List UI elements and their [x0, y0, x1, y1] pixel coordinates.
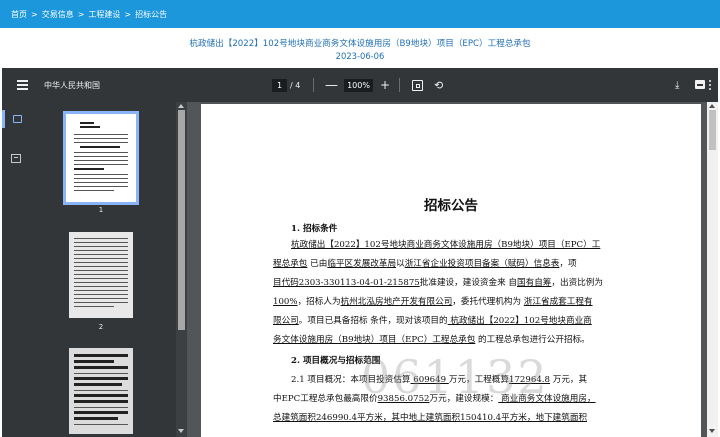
zoom-out-button[interactable]: —	[325, 68, 338, 102]
zoom-in-button[interactable]: +	[380, 68, 390, 102]
underlined-text: 杭政储出【2022】102号地块商业商	[447, 316, 592, 326]
text-span: 的工程总承包进行公开招标。	[475, 335, 590, 345]
body-line: 目代码2303-330113-04-01-215875批准建设，建设资金来 自国…	[273, 274, 639, 293]
body-line: 总建筑面积246990.4平方米，其中地上建筑面积150410.4平方米，地下建…	[273, 409, 639, 428]
body-line: 限公司。项目已具备招标 条件，现对该项目的 杭政储出【2022】102号地块商业…	[273, 312, 639, 331]
body-line: 100%，招标人为杭州北泓房地产开发有限公司，委托代理机构为 浙江省成套工程有	[273, 293, 639, 312]
scroll-down-arrow[interactable]	[709, 429, 715, 433]
breadcrumb-current: 招标公告	[135, 9, 168, 19]
underlined-text: 浙江省成套工程有	[523, 297, 593, 307]
document-title: 中华人民共和国	[44, 80, 100, 90]
underlined-text: 国有自筹	[517, 278, 552, 288]
body-line: 务文体设施用房（B9地块）项目（EPC）工程总承包 的工程总承包进行公开招标。	[273, 331, 639, 350]
underlined-text: 杭州北泓房地产开发有限公司	[340, 297, 453, 307]
thumbnails-icon[interactable]	[2, 110, 30, 128]
outline-icon[interactable]	[11, 154, 21, 163]
underlined-text: 临平区发展改革局	[327, 259, 397, 269]
text-span: ，委托代理机构为	[452, 297, 524, 307]
underlined-text: 浙江省企业投资项目备案（赋码）信息表	[404, 259, 560, 269]
breadcrumb-trading-info[interactable]: 交易信息	[42, 9, 74, 20]
underlined-text: 杭政储出【2022】102号地块商业商务文体设施用房（B9地块）项目（EPC）工	[291, 240, 601, 250]
breadcrumb: 首页 > 交易信息 > 工程建设 > 招标公告	[0, 0, 720, 28]
document-scroll-thumb[interactable]	[709, 110, 716, 150]
pdf-toolbar: 中华人民共和国 1 / 4 — 100% + ⟲ ⤓	[2, 68, 718, 102]
text-span: 以	[396, 259, 405, 269]
sidebar-scroll-thumb[interactable]	[178, 110, 185, 330]
text-span: 批准建设，建设资金来 自	[419, 278, 518, 288]
pdf-page: 招标公告 1. 招标条件 杭政储出【2022】102号地块商业商务文体设施用房（…	[201, 104, 701, 437]
underlined-text: 目代码2303-330113-04-01-215875	[273, 278, 420, 288]
document-canvas: 招标公告 1. 招标条件 杭政储出【2022】102号地块商业商务文体设施用房（…	[187, 102, 718, 437]
section-heading: 1. 招标条件	[291, 224, 338, 234]
watermark: 061132	[361, 350, 549, 404]
text-span: 万元，其	[550, 375, 588, 385]
scroll-down-arrow[interactable]	[178, 429, 184, 433]
underlined-text: 限公司	[273, 316, 299, 326]
underlined-text: 100%	[273, 297, 298, 307]
text-span: ，招标人为	[297, 297, 341, 307]
scroll-up-arrow[interactable]	[178, 104, 184, 108]
more-vert-icon[interactable]	[709, 68, 711, 102]
page-heading: 招标公告	[424, 198, 478, 214]
thumbnail-sidebar: 1 2	[2, 102, 187, 437]
body-line: 程总承包 已由临平区发展改革局以浙江省企业投资项目备案（赋码）信息表，项	[273, 255, 639, 274]
zoom-input[interactable]: 100%	[344, 79, 373, 92]
breadcrumb-construction[interactable]: 工程建设	[88, 9, 120, 20]
text-span: ，出资比例为	[551, 278, 603, 288]
toolbar-divider	[399, 78, 400, 92]
underlined-text: 务文体设施用房（B9地块）项目（EPC）工程总承包	[273, 335, 476, 345]
announcement-date: 2023-06-06	[335, 51, 385, 61]
page-total: / 4	[290, 80, 301, 90]
page-thumbnail-3[interactable]	[69, 348, 133, 434]
underlined-text: 程总承包	[273, 259, 308, 269]
breadcrumb-separator: >	[124, 9, 132, 19]
fit-page-icon[interactable]	[412, 80, 423, 91]
breadcrumb-separator: >	[77, 9, 85, 19]
announcement-header: 杭政储出【2022】102号地块商业商务文体设施用房（B9地块）项目（EPC）工…	[0, 28, 720, 66]
page-number-input[interactable]: 1	[272, 79, 287, 92]
print-icon[interactable]	[695, 68, 707, 102]
page-thumbnail-2[interactable]	[69, 232, 133, 318]
thumbnail-label: 2	[98, 323, 104, 331]
text-span: 。项目已具备招标 条件，现对该项目的	[298, 316, 448, 326]
sidebar-tools	[2, 102, 30, 437]
sidebar-scrollbar[interactable]	[176, 102, 187, 437]
announcement-title: 杭政储出【2022】102号地块商业商务文体设施用房（B9地块）项目（EPC）工…	[189, 39, 531, 49]
download-icon[interactable]: ⤓	[675, 68, 679, 102]
document-scrollbar[interactable]	[707, 102, 718, 437]
hamburger-icon[interactable]	[15, 68, 29, 102]
text-span: 已由	[307, 259, 328, 269]
rotate-icon[interactable]: ⟲	[434, 68, 443, 102]
thumbnail-label: 1	[98, 206, 104, 214]
toolbar-divider	[313, 78, 314, 92]
body-line: 杭政储出【2022】102号地块商业商务文体设施用房（B9地块）项目（EPC）工	[291, 236, 657, 255]
text-span: ，项	[559, 259, 577, 269]
breadcrumb-home[interactable]: 首页	[11, 9, 27, 20]
pdf-viewer: 中华人民共和国 1 / 4 — 100% + ⟲ ⤓ 1 2 招标公告 1. 招…	[2, 68, 718, 437]
breadcrumb-separator: >	[31, 9, 38, 19]
scroll-up-arrow[interactable]	[709, 104, 715, 108]
page-thumbnail-1[interactable]	[63, 111, 139, 205]
underlined-text: 总建筑面积246990.4平方米，其中地上建筑面积150410.4平方米，地下建…	[273, 413, 588, 423]
